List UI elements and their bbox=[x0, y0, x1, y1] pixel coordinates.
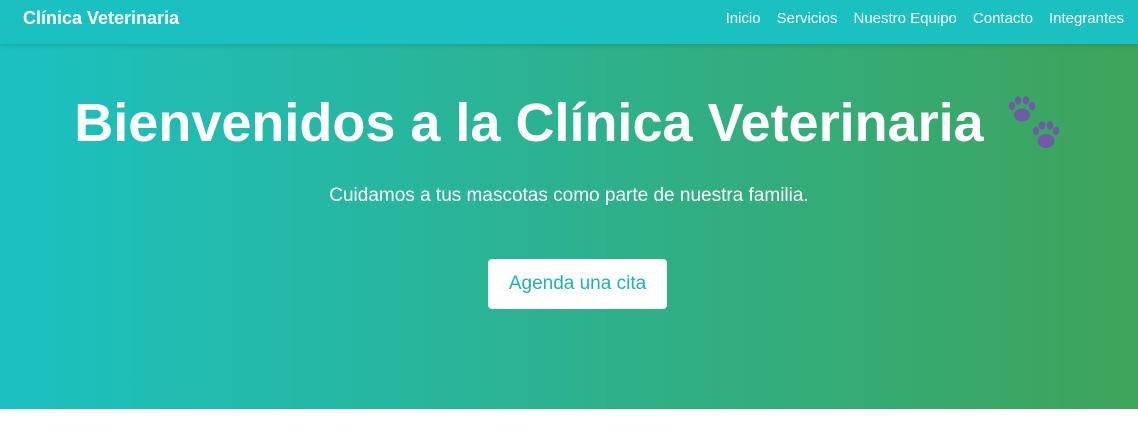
nav-links: Inicio Servicios Nuestro Equipo Contacto… bbox=[726, 0, 1124, 37]
nav-link-servicios[interactable]: Servicios bbox=[777, 10, 838, 27]
brand-link[interactable]: Clínica Veterinaria bbox=[23, 0, 179, 37]
top-navbar: Clínica Veterinaria Inicio Servicios Nue… bbox=[0, 0, 1138, 44]
nav-link-contacto[interactable]: Contacto bbox=[973, 10, 1033, 27]
nav-link-nuestro-equipo[interactable]: Nuestro Equipo bbox=[853, 10, 956, 27]
hero-title: Bienvenidos a la Clínica Veterinaria bbox=[74, 93, 984, 153]
hero-subtitle: Cuidamos a tus mascotas como parte de nu… bbox=[329, 185, 809, 206]
hero-section: Bienvenidos a la Clínica Veterinaria Cui… bbox=[0, 44, 1138, 409]
hero-title-row: Bienvenidos a la Clínica Veterinaria bbox=[0, 88, 1138, 158]
nav-link-inicio[interactable]: Inicio bbox=[726, 10, 761, 27]
paw-prints-icon bbox=[1006, 95, 1064, 153]
nav-link-integrantes[interactable]: Integrantes bbox=[1049, 10, 1124, 27]
schedule-appointment-button[interactable]: Agenda una cita bbox=[488, 259, 667, 309]
